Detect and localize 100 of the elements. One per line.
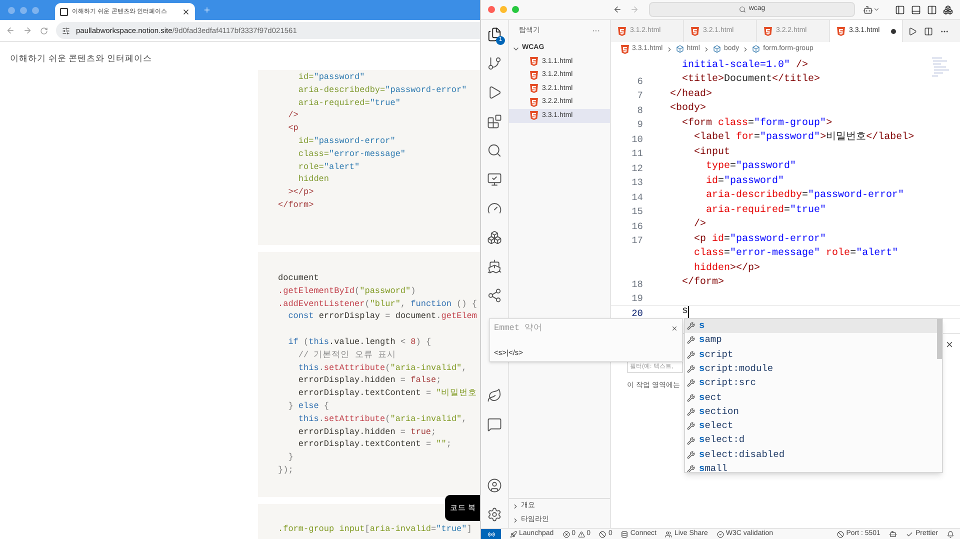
code-line: <p id="password-error" (693, 232, 826, 247)
suggestion-item[interactable]: small (685, 462, 937, 472)
line-number: 20 (632, 308, 643, 319)
forward-icon[interactable] (23, 26, 32, 35)
wrench-icon (687, 465, 695, 472)
share-icon[interactable] (487, 288, 502, 303)
close-icon[interactable] (182, 8, 190, 16)
error-icon (562, 530, 570, 538)
line-number: 8 (637, 104, 643, 116)
line-number: 19 (632, 293, 643, 304)
run-icon[interactable] (908, 26, 917, 36)
code-line: aria-describedby="password-error" (297, 84, 468, 97)
line-number: 16 (632, 220, 643, 232)
suggestion-item[interactable]: sect (685, 390, 937, 405)
account-icon[interactable] (487, 478, 502, 493)
code-line: role="alert" (297, 160, 361, 174)
branch-icon[interactable] (487, 56, 502, 71)
suggestion-item[interactable]: section (685, 404, 937, 420)
boxes-icon[interactable] (487, 230, 502, 245)
suggestion-item[interactable]: script:module (685, 362, 937, 376)
suggestion-item[interactable]: select (685, 419, 937, 434)
code-line: .form-group input[aria-invalid="true"] (278, 523, 473, 536)
suggestion-item[interactable]: samp (685, 333, 937, 348)
code-line: .addEventListener("blur", function () { (278, 298, 478, 310)
chat-icon[interactable] (487, 417, 502, 432)
monitor-icon[interactable] (487, 172, 502, 187)
code-line: hidden (297, 173, 330, 186)
code-line: id="password-error" (297, 134, 396, 148)
extensions-icon[interactable] (487, 114, 502, 129)
code-line: <body> (670, 102, 706, 116)
site-settings-icon[interactable] (62, 26, 70, 34)
code-line: errorDisplay.textContent = "비밀번호 (297, 387, 478, 400)
emmet-title: Emmet 약어 (494, 322, 543, 335)
copilot-icon[interactable] (889, 530, 898, 538)
ship-icon[interactable] (487, 259, 502, 274)
more-actions-button[interactable]: ··· (592, 25, 600, 37)
wrench-icon (687, 322, 695, 330)
line-number: 13 (632, 177, 643, 188)
split-editor-icon[interactable] (924, 26, 933, 36)
text-cursor (688, 306, 690, 318)
line-number: 10 (632, 134, 643, 145)
line-number: 18 (632, 278, 643, 290)
wrench-icon (687, 408, 695, 416)
back-icon[interactable] (6, 26, 15, 35)
reload-icon[interactable] (40, 26, 48, 34)
settings-icon[interactable] (487, 507, 502, 522)
code-line: </head> (670, 88, 712, 102)
html-file-icon (691, 26, 699, 36)
code-line: type="password" (705, 160, 796, 174)
code-line: initial-scale=1.0" /> (681, 58, 808, 73)
line-number: 6 (637, 76, 643, 87)
line-number: 9 (637, 119, 643, 130)
wrench-icon (687, 350, 695, 359)
code-line: errorDisplay.textContent = ""; (297, 438, 452, 452)
suggestion-item[interactable]: select:disabled (685, 448, 937, 462)
line-number: 7 (637, 90, 643, 102)
suggestion-item[interactable]: script (685, 348, 937, 362)
html-file-icon (530, 70, 538, 80)
suggestion-item[interactable]: s (685, 319, 937, 334)
split-layout-icon[interactable] (927, 4, 937, 14)
code-line: /> (287, 109, 300, 122)
wrench-icon (687, 394, 695, 402)
close-icon[interactable] (945, 340, 954, 349)
remote-button[interactable] (481, 529, 501, 539)
html-file-icon (621, 44, 629, 54)
code-line: hidden></p> (693, 262, 760, 276)
search-icon[interactable] (487, 143, 502, 158)
code-line: aria-required="true" (297, 96, 402, 110)
suggestion-item[interactable]: select:d (685, 433, 937, 448)
copilot-icon[interactable] (863, 4, 873, 14)
code-line: </form> (278, 198, 315, 212)
minimap-drawing (930, 56, 950, 78)
code-line: class="error-message" role="alert" (693, 246, 898, 262)
code-line: <label for="password">비밀번호</label> (693, 130, 914, 146)
back-icon[interactable] (613, 5, 622, 14)
suggestion-item[interactable]: script:src (685, 376, 937, 390)
code-line: errorDisplay.hidden = false; (297, 374, 442, 388)
gauge-icon[interactable] (487, 201, 502, 216)
notifications-icon[interactable] (947, 530, 954, 538)
code-line: aria-describedby="password-error" (705, 188, 904, 204)
code-line: <input (693, 146, 730, 160)
toggle-panel-icon[interactable] (911, 4, 921, 14)
run-icon[interactable] (487, 85, 502, 100)
toggle-sidebar-icon[interactable] (895, 4, 905, 14)
line-number: 12 (632, 162, 643, 174)
wrench-icon (687, 379, 695, 388)
code-line: if (this.value.length < 8) { (287, 336, 432, 349)
code-line: .getElementById("password") (278, 284, 417, 298)
code-line: s (681, 305, 688, 320)
close-icon[interactable] (671, 324, 678, 332)
code-line: aria-required="true" (705, 204, 826, 218)
check-icon (906, 530, 914, 538)
code-line: // 기본적인 오류 표시 (297, 348, 397, 362)
cube-icon (676, 45, 684, 53)
chevron-down-icon[interactable] (873, 6, 880, 13)
line-number: 17 (632, 235, 643, 246)
code-line: id="password" (705, 174, 784, 189)
leaf-icon[interactable] (487, 388, 502, 403)
code-line: this.setAttribute("aria-invalid", (297, 412, 468, 426)
code-line: }); (278, 464, 294, 477)
